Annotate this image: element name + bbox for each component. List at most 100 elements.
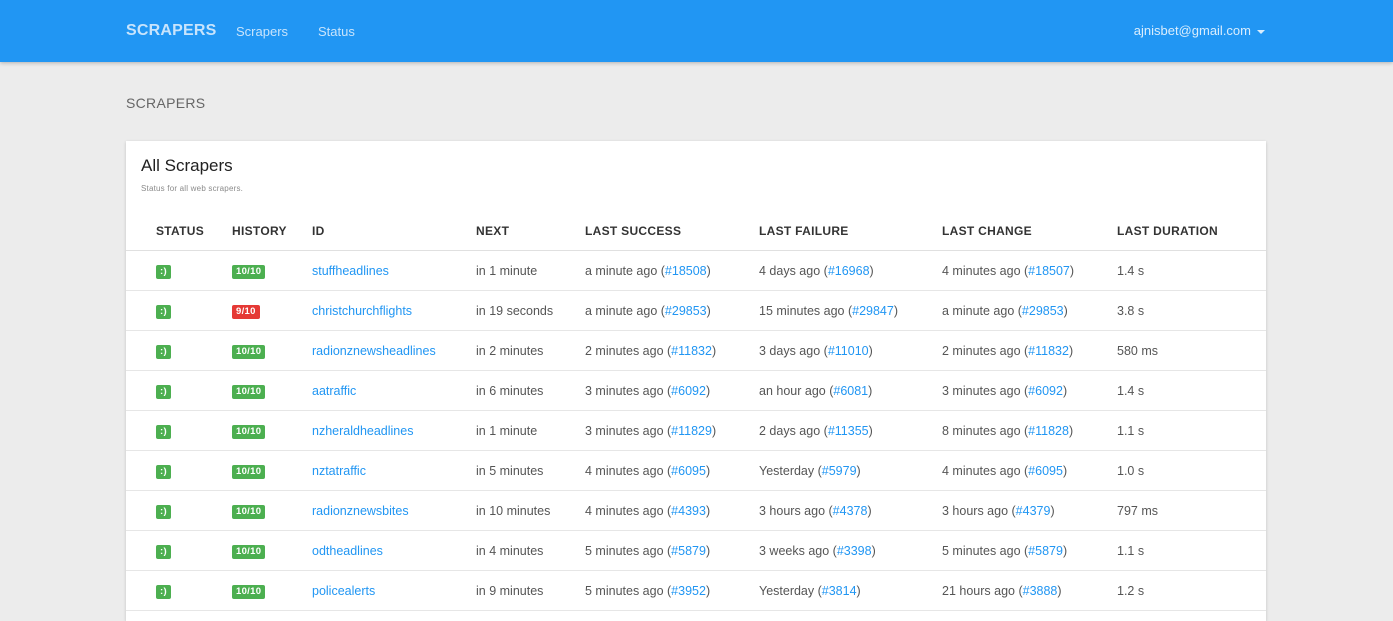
table-row: :) 10/10 radionznewsheadlines in 2 minutes 2… [126,330,1266,371]
history-cell: 10/10 [232,530,312,571]
last-success-text: a minute ago [585,263,658,278]
last-success-cell: 3 minutes ago (#6092) [585,370,759,411]
history-badge: 10/10 [232,424,266,439]
history-cell: 10/10 [232,570,312,611]
last-failure-run-link[interactable]: #11355 [828,424,869,438]
last-duration-cell: 1.2 s [1117,570,1266,611]
nav-link-status[interactable]: Status [318,24,355,39]
header-id[interactable]: ID [312,211,476,251]
last-failure-run-link[interactable]: #3814 [822,584,857,598]
last-failure-run-link[interactable]: #5979 [822,464,857,478]
last-failure-cell: 3 hours ago (#4378) [759,490,942,531]
history-cell: 10/10 [232,410,312,451]
last-change-cell: 21 hours ago (#3888) [942,570,1117,611]
history-cell: 10/10 [232,370,312,411]
last-failure-run-link[interactable]: #11010 [828,344,869,358]
history-badge: 9/10 [232,304,260,319]
last-success-cell: 4 minutes ago (#4393) [585,490,759,531]
history-badge: 10/10 [232,384,266,399]
scraper-id-link[interactable]: aatraffic [312,384,356,398]
table-row: :) 10/10 odtheadlines in 4 minutes 5 minutes… [126,530,1266,571]
last-change-run-link[interactable]: #3888 [1023,584,1058,598]
last-success-run-link[interactable]: #5879 [671,544,706,558]
last-success-cell: 5 minutes ago (#5879) [585,530,759,571]
history-badge: 10/10 [232,344,266,359]
scraper-id-link[interactable]: stuffheadlines [312,264,389,278]
last-failure-cell: 3 days ago (#11010) [759,330,942,371]
last-change-run-link[interactable]: #11828 [1028,424,1069,438]
next-cell: in 2 minutes [476,330,585,371]
header-last-failure[interactable]: LAST FAILURE [759,211,942,251]
header-next[interactable]: NEXT [476,211,585,251]
last-change-cell: 5 minutes ago (#5879) [942,530,1117,571]
last-change-text: 21 hours ago [942,583,1015,598]
id-cell: aatraffic [312,370,476,411]
scrapers-table: STATUS HISTORY ID NEXT LAST SUCCESS LAST… [126,211,1266,611]
status-badge: :) [156,344,171,359]
scraper-id-link[interactable]: radionznewsbites [312,504,409,518]
last-change-run-link[interactable]: #11832 [1028,344,1069,358]
brand-link[interactable]: SCRAPERS [126,22,217,40]
last-change-run-link[interactable]: #18507 [1028,264,1070,278]
last-success-run-link[interactable]: #18508 [665,264,707,278]
table-row: :) 10/10 radionznewsbites in 10 minutes 4 mi… [126,490,1266,531]
last-failure-cell: Yesterday (#3814) [759,570,942,611]
last-change-run-link[interactable]: #4379 [1016,504,1051,518]
last-failure-cell: 4 days ago (#16968) [759,250,942,291]
scraper-id-link[interactable]: christchurchflights [312,304,412,318]
last-change-run-link[interactable]: #5879 [1028,544,1063,558]
last-success-run-link[interactable]: #6092 [671,384,706,398]
header-last-duration[interactable]: LAST DURATION [1117,211,1266,251]
header-history[interactable]: HISTORY [232,211,312,251]
last-change-run-link[interactable]: #6092 [1028,384,1063,398]
status-cell: :) [126,330,232,371]
last-success-run-link[interactable]: #6095 [671,464,706,478]
last-failure-run-link[interactable]: #6081 [833,384,868,398]
user-menu-dropdown[interactable]: ajnisbet@gmail.com [1134,23,1265,38]
table-row: :) 10/10 nzheraldheadlines in 1 minute 3 min… [126,410,1266,451]
last-success-text: a minute ago [585,303,658,318]
header-last-success[interactable]: LAST SUCCESS [585,211,759,251]
scraper-id-link[interactable]: nztatraffic [312,464,366,478]
nav-link-scrapers[interactable]: Scrapers [236,24,288,39]
table-row: :) 10/10 stuffheadlines in 1 minute a minute… [126,250,1266,291]
scraper-id-link[interactable]: radionznewsheadlines [312,344,436,358]
history-badge: 10/10 [232,584,266,599]
last-change-text: 5 minutes ago [942,543,1021,558]
id-cell: christchurchflights [312,290,476,331]
scrapers-card: All Scrapers Status for all web scrapers… [126,141,1266,621]
scraper-id-link[interactable]: nzheraldheadlines [312,424,413,438]
last-success-text: 3 minutes ago [585,383,664,398]
header-last-change[interactable]: LAST CHANGE [942,211,1117,251]
status-badge: :) [156,544,171,559]
last-change-run-link[interactable]: #29853 [1022,304,1064,318]
table-row: :) 10/10 nztatraffic in 5 minutes 4 minutes … [126,450,1266,491]
scraper-id-link[interactable]: odtheadlines [312,544,383,558]
last-success-run-link[interactable]: #29853 [665,304,707,318]
last-success-cell: a minute ago (#29853) [585,290,759,331]
status-badge: :) [156,584,171,599]
card-title: All Scrapers [141,156,233,175]
next-cell: in 19 seconds [476,290,585,331]
scraper-id-link[interactable]: policealerts [312,584,375,598]
last-success-run-link[interactable]: #4393 [671,504,706,518]
status-cell: :) [126,450,232,491]
last-change-run-link[interactable]: #6095 [1028,464,1063,478]
status-badge: :) [156,424,171,439]
history-cell: 10/10 [232,490,312,531]
last-success-run-link[interactable]: #11829 [671,424,712,438]
last-change-text: 3 hours ago [942,503,1009,518]
last-failure-text: 3 hours ago [759,503,826,518]
last-failure-run-link[interactable]: #16968 [828,264,870,278]
last-success-run-link[interactable]: #11832 [671,344,712,358]
last-success-cell: 4 minutes ago (#6095) [585,450,759,491]
last-failure-run-link[interactable]: #29847 [852,304,894,318]
last-success-run-link[interactable]: #3952 [671,584,706,598]
last-duration-cell: 580 ms [1117,330,1266,371]
last-change-text: 4 minutes ago [942,463,1021,478]
last-failure-run-link[interactable]: #4378 [833,504,868,518]
header-status[interactable]: STATUS [126,211,232,251]
last-failure-cell: Yesterday (#5979) [759,450,942,491]
last-change-cell: 2 minutes ago (#11832) [942,330,1117,371]
last-failure-run-link[interactable]: #3398 [837,544,872,558]
